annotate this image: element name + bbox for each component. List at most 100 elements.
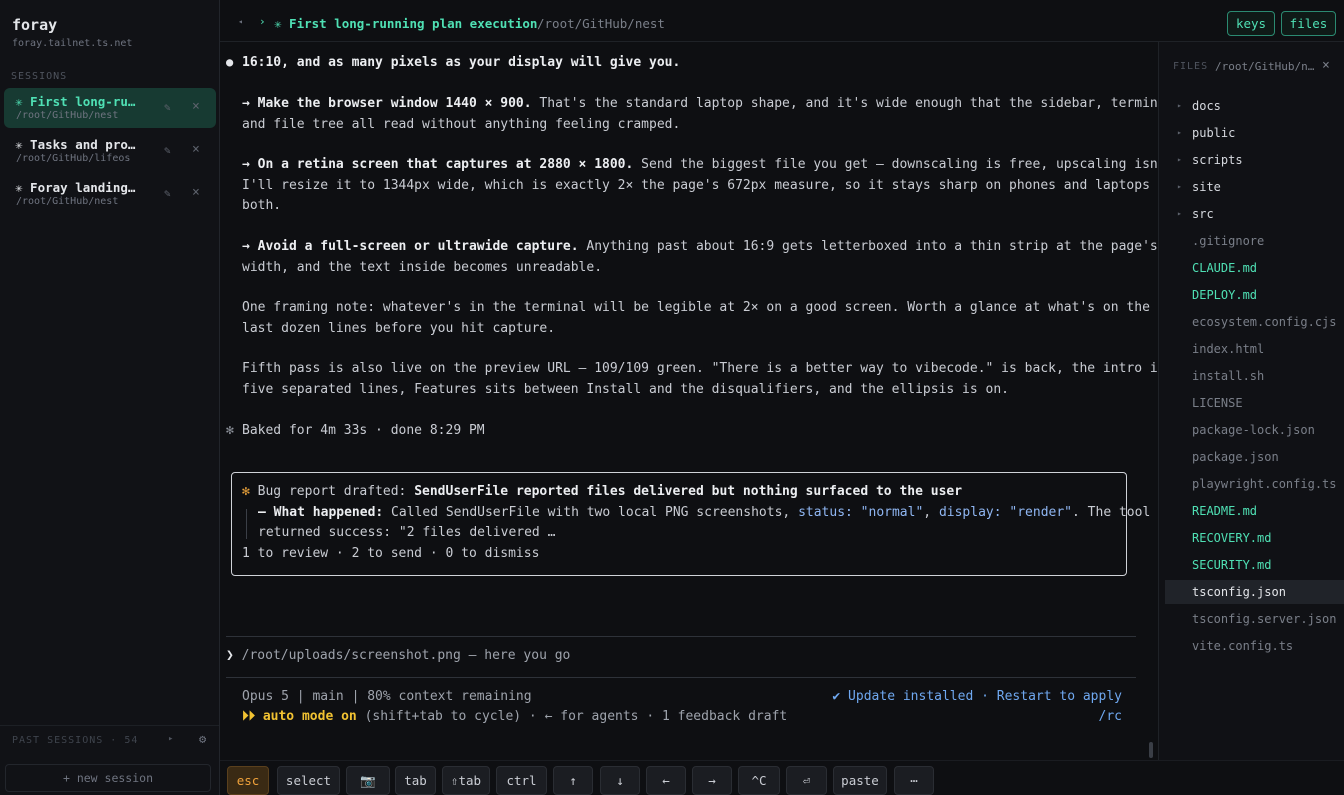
chevron-right-icon[interactable]: ▸ — [168, 734, 173, 744]
paste-key[interactable]: paste — [833, 766, 887, 795]
ctrl-c-key[interactable]: ^C — [738, 766, 780, 795]
file-name: vite.config.ts — [1192, 639, 1294, 653]
bug-report-detail: returned success: "2 files delivered … — [258, 525, 556, 540]
arrow-down-key[interactable]: ↓ — [600, 766, 640, 795]
edit-icon[interactable]: ✎ — [164, 144, 171, 157]
files-header: FILES — [1173, 61, 1209, 72]
session-item[interactable]: ✳ First long-ru… /root/GitHub/nest ✎ × — [4, 88, 216, 128]
file-name: ecosystem.config.cjs — [1192, 315, 1337, 329]
folder-item[interactable]: ▸ docs — [1165, 94, 1344, 118]
session-title: ✳ Tasks and pro… — [15, 137, 136, 152]
collapse-sidebar-icon[interactable]: ◂ — [238, 17, 243, 26]
close-icon[interactable]: × — [192, 142, 200, 157]
file-item[interactable]: tsconfig.json — [1165, 580, 1344, 604]
file-name: package-lock.json — [1192, 423, 1315, 437]
files-panel: FILES /root/GitHub/n… × ▸ docs ▸ public ▸ scr… — [1158, 42, 1344, 760]
folder-item[interactable]: ▸ public — [1165, 121, 1344, 145]
close-icon[interactable]: × — [192, 99, 200, 114]
arrow-up-key[interactable]: ↑ — [553, 766, 593, 795]
model-status: Opus 5 | main | 80% context remaining — [242, 689, 532, 704]
tab-key[interactable]: tab — [395, 766, 436, 795]
session-title: ✳ Foray landing… — [15, 180, 136, 195]
close-icon[interactable]: × — [192, 185, 200, 200]
brand-title: foray — [12, 16, 58, 34]
folder-item[interactable]: ▸ scripts — [1165, 148, 1344, 172]
files-button[interactable]: files — [1281, 11, 1336, 36]
bug-report-card[interactable]: ✻ Bug report drafted: SendUserFile repor… — [231, 472, 1150, 576]
session-item[interactable]: ✳ Foray landing… /root/GitHub/nest ✎ × — [4, 174, 216, 214]
file-item[interactable]: DEPLOY.md — [1165, 283, 1344, 307]
file-item[interactable]: index.html — [1165, 337, 1344, 361]
bug-report-actions: 1 to review · 2 to send · 0 to dismiss — [242, 546, 540, 561]
past-sessions[interactable]: PAST SESSIONS · 54 ▸ ⚙ — [0, 725, 219, 755]
divider — [226, 636, 1136, 637]
rc-link[interactable]: /rc — [1099, 709, 1122, 724]
close-icon[interactable]: × — [1322, 58, 1330, 73]
file-item[interactable]: package-lock.json — [1165, 418, 1344, 442]
terminal-transcript[interactable]: ● 16:10, and as many pixels as your disp… — [220, 42, 1181, 760]
session-title: ✳ First long-ru… — [15, 94, 136, 109]
shift-tab-key[interactable]: ⇧tab — [442, 766, 490, 795]
sidebar: foray foray.tailnet.ts.net SESSIONS ✳ Fi… — [0, 0, 220, 795]
file-item[interactable]: LICENSE — [1165, 391, 1344, 415]
session-item[interactable]: ✳ Tasks and pro… /root/GitHub/lifeos ✎ × — [4, 131, 216, 171]
file-name: DEPLOY.md — [1192, 288, 1258, 302]
chevron-right-icon: ▸ — [1177, 209, 1182, 218]
arrow-left-key[interactable]: ← — [646, 766, 686, 795]
file-item[interactable]: SECURITY.md — [1165, 553, 1344, 577]
file-name: src — [1192, 207, 1214, 221]
enter-key[interactable]: ⏎ — [786, 766, 827, 795]
gear-icon[interactable]: ⚙ — [199, 732, 206, 746]
file-item[interactable]: CLAUDE.md — [1165, 256, 1344, 280]
prompt-input[interactable]: ❯ /root/uploads/screenshot.png — here yo… — [226, 648, 570, 663]
file-name: index.html — [1192, 342, 1265, 356]
keys-button[interactable]: keys — [1227, 11, 1275, 36]
file-item[interactable]: tsconfig.server.json — [1165, 607, 1344, 631]
file-name: tsconfig.server.json — [1192, 612, 1337, 626]
auto-mode-badge: ⏵⏵ auto mode on — [242, 709, 357, 724]
camera-icon[interactable]: 📷 — [346, 766, 390, 795]
ctrl-key[interactable]: ctrl — [496, 766, 547, 795]
select-key[interactable]: select — [277, 766, 340, 795]
session-path: /root/GitHub/nest — [16, 196, 119, 207]
file-item[interactable]: install.sh — [1165, 364, 1344, 388]
new-session-button[interactable]: + new session — [5, 764, 211, 792]
file-item[interactable]: RECOVERY.md — [1165, 526, 1344, 550]
file-name: docs — [1192, 99, 1221, 113]
file-item[interactable]: .gitignore — [1165, 229, 1344, 253]
transcript-line: Fifth pass is also live on the preview U… — [242, 361, 1166, 376]
file-item[interactable]: playwright.config.ts — [1165, 472, 1344, 496]
session-path: /root/GitHub/nest — [16, 110, 119, 121]
file-item[interactable]: README.md — [1165, 499, 1344, 523]
file-item[interactable]: package.json — [1165, 445, 1344, 469]
file-name: site — [1192, 180, 1221, 194]
transcript-line: → On a retina screen that captures at 28… — [242, 157, 1182, 172]
chevron-right-icon: ▸ — [1177, 101, 1182, 110]
file-name: public — [1192, 126, 1236, 140]
file-item[interactable]: vite.config.ts — [1165, 634, 1344, 658]
session-path: /root/GitHub/nest — [537, 16, 665, 31]
update-link[interactable]: ✔ Update installed · Restart to apply — [832, 689, 1122, 704]
sessions-label: SESSIONS — [11, 71, 68, 82]
file-name: README.md — [1192, 504, 1258, 518]
scrollbar-thumb[interactable] — [1149, 742, 1153, 758]
edit-icon[interactable]: ✎ — [164, 101, 171, 114]
folder-item[interactable]: ▸ site — [1165, 175, 1344, 199]
past-sessions-label: PAST SESSIONS · 54 — [12, 735, 139, 746]
file-name: RECOVERY.md — [1192, 531, 1272, 545]
folder-item[interactable]: ▸ src — [1165, 202, 1344, 226]
transcript-line: and file tree all read without anything … — [242, 117, 681, 132]
transcript-line: five separated lines, Features sits betw… — [242, 382, 1010, 397]
transcript-line: I'll resize it to 1344px wide, which is … — [242, 178, 1150, 193]
file-item[interactable]: ecosystem.config.cjs — [1165, 310, 1344, 334]
transcript-line: last dozen lines before you hit capture. — [242, 321, 556, 336]
file-name: .gitignore — [1192, 234, 1265, 248]
esc-key[interactable]: esc — [227, 766, 269, 795]
more-icon[interactable]: ⋯ — [894, 766, 934, 795]
session-title: ✳ First long-running plan execution — [274, 16, 538, 31]
header-bar: ◂ › ✳ First long-running plan execution … — [220, 4, 1344, 42]
arrow-right-key[interactable]: → — [692, 766, 732, 795]
chevron-right-icon: › — [259, 15, 266, 28]
edit-icon[interactable]: ✎ — [164, 187, 171, 200]
file-name: tsconfig.json — [1192, 585, 1286, 599]
